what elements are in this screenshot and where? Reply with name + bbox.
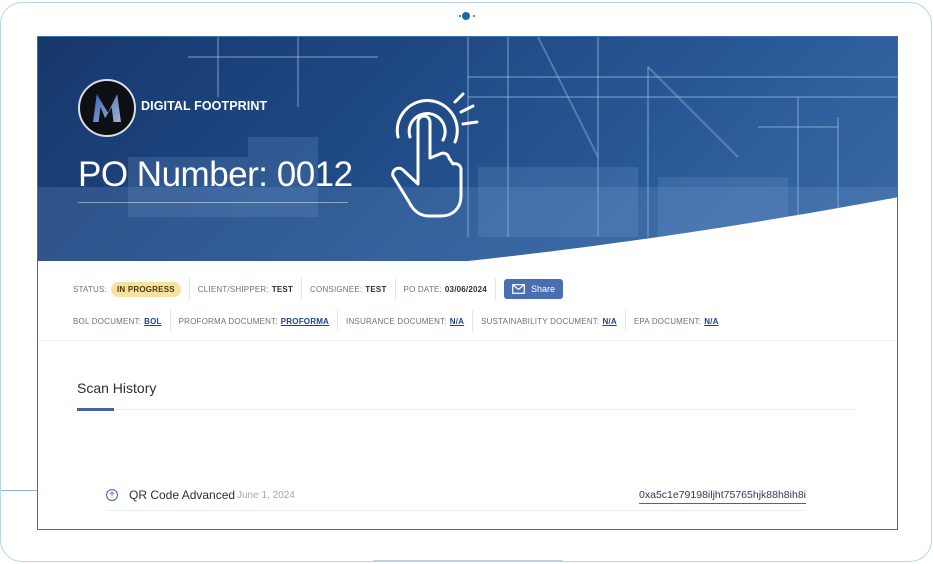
client-field: CLIENT/SHIPPER: TEST — [197, 278, 303, 300]
client-label: CLIENT/SHIPPER: — [197, 284, 269, 294]
status-label: STATUS: — [73, 284, 107, 294]
consignee-field: CONSIGNEE: TEST — [310, 278, 396, 300]
scan-name: QR Code Advanced — [129, 488, 236, 502]
po-date-value: 03/06/2024 — [444, 284, 487, 294]
sustainability-label: SUSTAINABILITY DOCUMENT: — [481, 316, 600, 326]
row-divider — [106, 510, 806, 511]
po-date-label: PO DATE: — [403, 284, 442, 294]
brand-logo — [78, 79, 136, 137]
brand-name: DIGITAL FOOTPRINT — [141, 99, 268, 113]
proforma-link[interactable]: PROFORMA — [281, 317, 329, 326]
title-divider — [78, 202, 348, 203]
epa-label: EPA DOCUMENT: — [633, 316, 702, 326]
hero-banner: DIGITAL FOOTPRINT PO Number: 0012 — [38, 37, 897, 261]
consignee-value: TEST — [365, 284, 387, 294]
screen: DIGITAL FOOTPRINT PO Number: 0012 STATUS… — [37, 36, 898, 530]
scan-date: June 1, 2024 — [237, 490, 295, 501]
insurance-field: INSURANCE DOCUMENT: N/A — [346, 310, 474, 332]
status-field: STATUS: IN PROGRESS — [73, 278, 190, 300]
scan-history-title: Scan History — [77, 380, 157, 396]
scan-history-tab-indicator — [77, 408, 114, 411]
page-title: PO Number: 0012 — [78, 155, 353, 194]
client-value: TEST — [271, 284, 294, 294]
scan-history-divider — [114, 409, 857, 410]
section-divider — [38, 340, 897, 341]
scan-hash-link[interactable]: 0xa5c1e79198iljht75765hjk88h8ih8i — [639, 489, 806, 504]
status-badge: IN PROGRESS — [111, 281, 181, 297]
proforma-field: PROFORMA DOCUMENT: PROFORMA — [178, 310, 339, 332]
epa-link[interactable]: N/A — [704, 317, 718, 326]
epa-field: EPA DOCUMENT: N/A — [634, 310, 727, 332]
share-button[interactable]: Share — [503, 279, 563, 299]
sustainability-link[interactable]: N/A — [602, 317, 616, 326]
share-container: Share — [503, 278, 571, 300]
camera-icon — [462, 12, 470, 20]
camera-dot-icon — [459, 15, 461, 17]
documents-row: BOL DOCUMENT: BOL PROFORMA DOCUMENT: PRO… — [73, 310, 735, 332]
side-button — [1, 490, 37, 491]
expand-plus-icon[interactable]: + — [106, 489, 118, 501]
mail-icon — [512, 284, 525, 294]
camera-dot-icon — [473, 15, 475, 17]
bol-label: BOL DOCUMENT: — [73, 316, 142, 326]
tablet-frame: DIGITAL FOOTPRINT PO Number: 0012 STATUS… — [0, 2, 932, 562]
tap-hand-icon — [391, 92, 479, 218]
proforma-label: PROFORMA DOCUMENT: — [178, 316, 278, 326]
bottom-bezel-line — [373, 560, 563, 561]
sustainability-field: SUSTAINABILITY DOCUMENT: N/A — [481, 310, 626, 332]
insurance-label: INSURANCE DOCUMENT: — [346, 316, 447, 326]
insurance-link[interactable]: N/A — [450, 317, 464, 326]
po-meta-row: STATUS: IN PROGRESS CLIENT/SHIPPER: TEST… — [73, 278, 579, 300]
consignee-label: CONSIGNEE: — [310, 284, 363, 294]
list-item[interactable]: + QR Code Advanced June 1, 2024 0xa5c1e7… — [106, 487, 806, 511]
po-date-field: PO DATE: 03/06/2024 — [404, 278, 496, 300]
bol-link[interactable]: BOL — [144, 317, 162, 326]
share-button-label: Share — [530, 284, 555, 294]
bol-field: BOL DOCUMENT: BOL — [73, 310, 171, 332]
